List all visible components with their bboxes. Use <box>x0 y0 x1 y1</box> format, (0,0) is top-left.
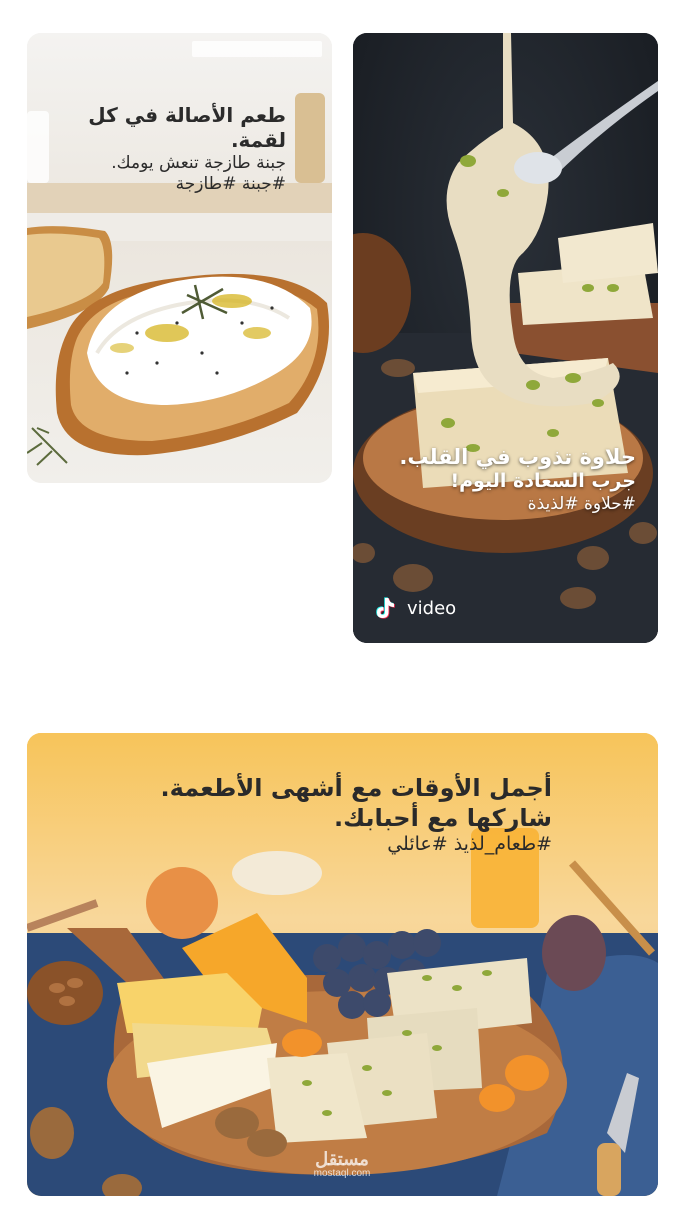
caption-subline: جرب السعادة اليوم! <box>450 470 636 493</box>
caption-headline: طعم الأصالة في كل لقمة. <box>88 103 286 152</box>
post-card-halva[interactable]: حلاوة تذوب في القلب. جرب السعادة اليوم! … <box>353 33 658 643</box>
watermark: مستقل mostaql.com <box>300 1150 384 1179</box>
cheese-toast-image <box>27 33 332 483</box>
post-caption: طعم الأصالة في كل لقمة. جبنة طازجة تنعش … <box>27 103 286 196</box>
caption-hashtags: #جبنة #طازجة <box>175 174 286 195</box>
tiktok-icon <box>376 597 395 619</box>
caption-subline: جبنة طازجة تنعش يومك. <box>111 153 286 173</box>
post-caption: حلاوة تذوب في القلب. جرب السعادة اليوم! … <box>399 444 636 515</box>
video-badge[interactable]: video <box>371 595 456 621</box>
caption-headline: حلاوة تذوب في القلب. <box>399 445 636 469</box>
caption-subline: شاركها مع أحبابك. <box>333 804 552 832</box>
halva-image <box>353 33 658 643</box>
post-caption: أجمل الأوقات مع أشهى الأطعمة. شاركها مع … <box>160 773 552 857</box>
caption-hashtags: #حلاوة #لذيذة <box>527 494 636 514</box>
watermark-latin: mostaql.com <box>313 1168 371 1179</box>
watermark-arabic: مستقل <box>315 1149 369 1169</box>
post-card-board[interactable]: أجمل الأوقات مع أشهى الأطعمة. شاركها مع … <box>27 733 658 1196</box>
video-label: video <box>407 597 457 619</box>
caption-headline: أجمل الأوقات مع أشهى الأطعمة. <box>160 774 552 802</box>
post-card-cheese[interactable]: طعم الأصالة في كل لقمة. جبنة طازجة تنعش … <box>27 33 332 483</box>
caption-hashtags: #طعام_لذيذ #عائلي <box>387 833 552 855</box>
